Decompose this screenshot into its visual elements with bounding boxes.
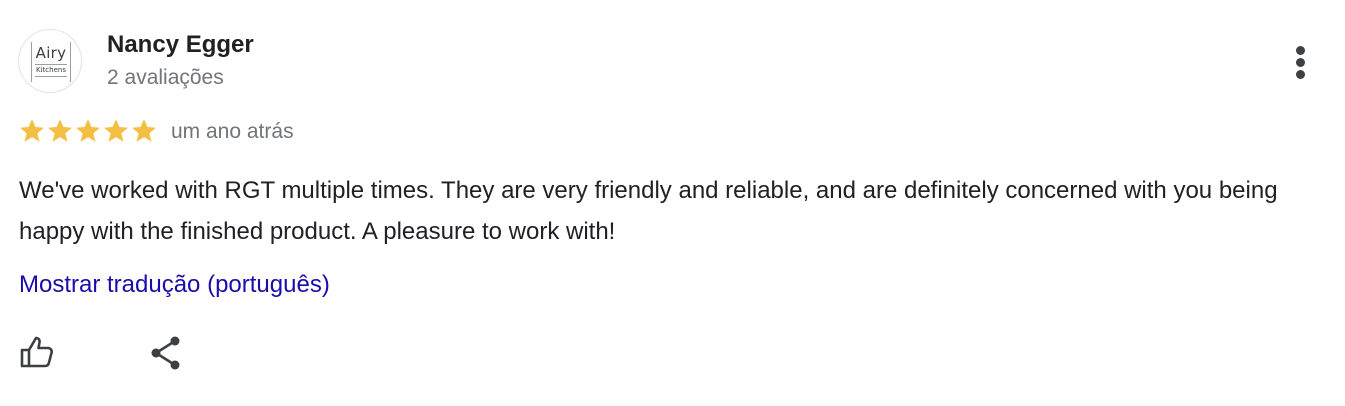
star-icon: [132, 119, 156, 142]
show-translation-link[interactable]: Mostrar tradução (português): [19, 268, 330, 302]
share-button[interactable]: [143, 330, 191, 378]
like-button[interactable]: [14, 330, 62, 378]
star-icon: [76, 119, 100, 142]
star-rating: [18, 117, 158, 147]
review-text: We've worked with RGT multiple times. Th…: [19, 177, 1278, 245]
more-vert-icon-dot: [1296, 70, 1305, 79]
logo-line1: Airy: [35, 44, 67, 62]
logo-divider: [35, 64, 67, 65]
share-icon: [151, 336, 180, 370]
star-icon: [48, 119, 72, 142]
review-card: Airy Kitchens Nancy Egger 2 avaliações u…: [0, 0, 1345, 406]
review-count: 2 avaliações: [107, 66, 224, 89]
review-time: um ano atrás: [171, 120, 294, 143]
logo-divider-bottom: [35, 76, 67, 77]
more-options-button[interactable]: [1281, 38, 1321, 86]
logo-line2: Kitchens: [36, 66, 66, 74]
more-vert-icon: [1296, 46, 1305, 55]
star-icon: [20, 119, 44, 142]
more-vert-icon-dot: [1296, 58, 1305, 67]
airy-kitchens-logo: Airy Kitchens: [31, 42, 71, 82]
thumbs-up-icon: [20, 336, 54, 368]
reviewer-name[interactable]: Nancy Egger: [107, 30, 254, 60]
star-icon: [104, 119, 128, 142]
avatar[interactable]: Airy Kitchens: [18, 29, 82, 93]
